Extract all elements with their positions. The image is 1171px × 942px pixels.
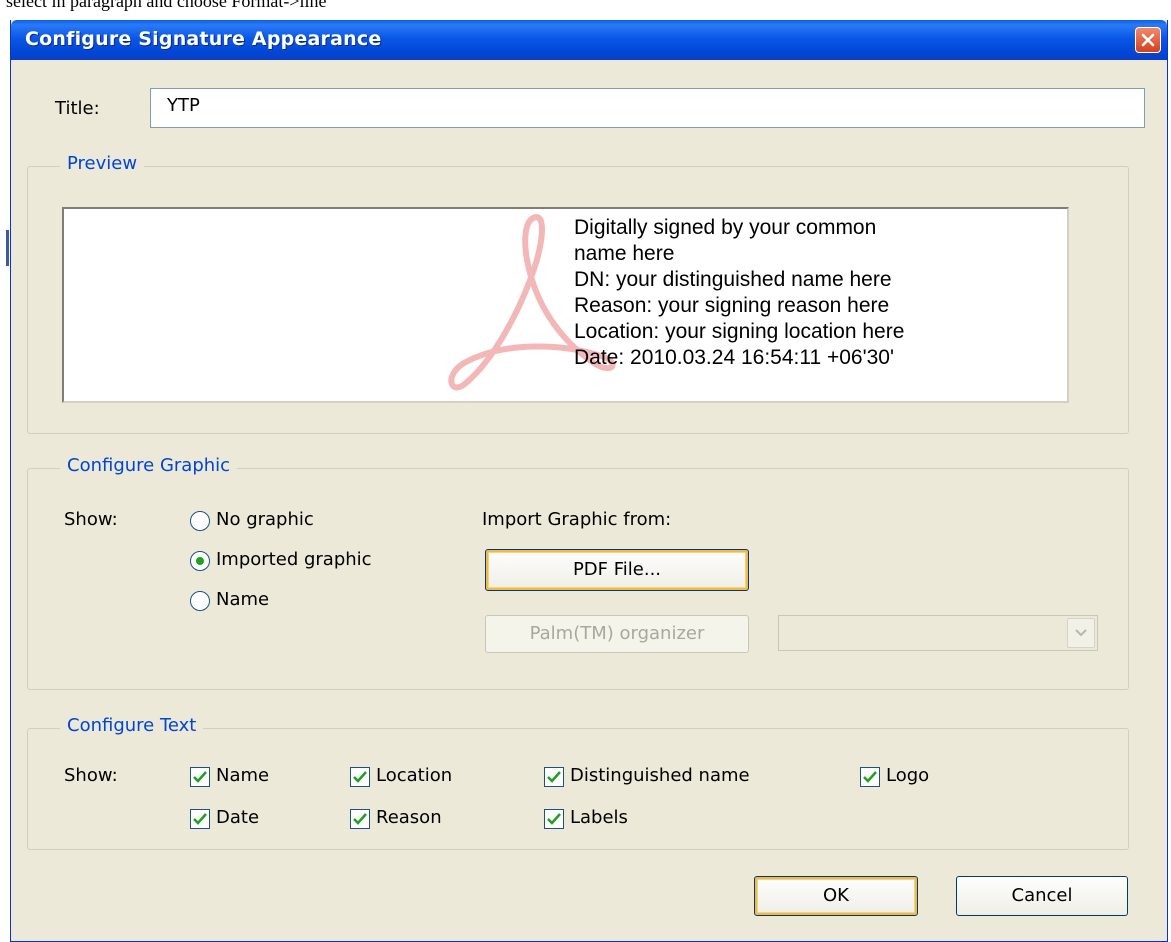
dialog-titlebar[interactable]: Configure Signature Appearance <box>11 20 1167 60</box>
checkbox-location[interactable] <box>350 767 370 787</box>
preview-line: Location: your signing location here <box>574 320 905 343</box>
configure-text-legend: Configure Text <box>60 715 204 736</box>
graphic-show-label: Show: <box>64 509 118 530</box>
text-show-label: Show: <box>64 765 118 786</box>
checkmark-icon <box>193 813 207 825</box>
import-graphic-label: Import Graphic from: <box>482 509 672 530</box>
palm-organizer-select[interactable] <box>778 615 1098 651</box>
preview-line: Digitally signed by your common <box>574 216 877 239</box>
checkbox-logo-label[interactable]: Logo <box>886 765 929 786</box>
dropdown-arrow-button[interactable] <box>1067 618 1095 648</box>
checkbox-location-label[interactable]: Location <box>376 765 452 786</box>
title-label: Title: <box>55 98 100 119</box>
radio-name[interactable] <box>190 591 210 611</box>
checkbox-reason[interactable] <box>350 809 370 829</box>
background-document-text: select in paragraph and choose Format->l… <box>6 0 327 11</box>
checkmark-icon <box>547 813 561 825</box>
checkbox-reason-label[interactable]: Reason <box>376 807 442 828</box>
dialog-title: Configure Signature Appearance <box>25 28 382 50</box>
close-x-icon <box>1141 33 1155 47</box>
pdf-file-button[interactable]: PDF File... <box>485 549 749 591</box>
title-input[interactable]: YTP <box>150 88 1145 128</box>
checkbox-name[interactable] <box>190 767 210 787</box>
checkbox-labels[interactable] <box>544 809 564 829</box>
preview-line: Reason: your signing reason here <box>574 294 890 317</box>
preview-line: Date: 2010.03.24 16:54:11 +06'30' <box>574 346 894 369</box>
checkbox-distinguished-name-label[interactable]: Distinguished name <box>570 765 750 786</box>
preview-line: name here <box>574 242 675 265</box>
radio-no-graphic[interactable] <box>190 511 210 531</box>
checkbox-name-label[interactable]: Name <box>216 765 269 786</box>
radio-name-label[interactable]: Name <box>216 589 269 610</box>
preview-line: DN: your distinguished name here <box>574 268 892 291</box>
checkmark-icon <box>193 771 207 783</box>
preview-signature-text: Digitally signed by your common name her… <box>574 215 904 371</box>
preview-legend: Preview <box>60 153 145 174</box>
radio-selected-dot <box>196 557 204 565</box>
text-cursor-mark <box>6 230 9 266</box>
checkmark-icon <box>863 771 877 783</box>
checkmark-icon <box>353 771 367 783</box>
radio-imported-graphic-label[interactable]: Imported graphic <box>216 549 372 570</box>
ok-button[interactable]: OK <box>754 876 918 916</box>
palm-organizer-button[interactable]: Palm(TM) organizer <box>485 615 749 653</box>
close-button[interactable] <box>1135 27 1161 53</box>
background-document-edge <box>0 22 10 942</box>
configure-graphic-legend: Configure Graphic <box>60 455 238 476</box>
checkmark-icon <box>353 813 367 825</box>
checkmark-icon <box>547 771 561 783</box>
configure-text-group: Configure Text Show: Name Location Disti… <box>27 715 1129 850</box>
checkbox-distinguished-name[interactable] <box>544 767 564 787</box>
checkbox-date[interactable] <box>190 809 210 829</box>
preview-group: Preview Digitally signed by your common … <box>27 153 1129 434</box>
cancel-button[interactable]: Cancel <box>956 876 1128 916</box>
configure-graphic-group: Configure Graphic Show: No graphic Impor… <box>27 455 1129 690</box>
title-row: Title: YTP <box>45 88 1145 128</box>
checkbox-labels-label[interactable]: Labels <box>570 807 628 828</box>
checkbox-date-label[interactable]: Date <box>216 807 259 828</box>
checkbox-logo[interactable] <box>860 767 880 787</box>
chevron-down-icon <box>1075 629 1087 637</box>
radio-imported-graphic[interactable] <box>190 551 210 571</box>
radio-no-graphic-label[interactable]: No graphic <box>216 509 314 530</box>
configure-signature-dialog: Configure Signature Appearance Title: YT… <box>10 20 1168 942</box>
signature-preview: Digitally signed by your common name her… <box>62 207 1069 403</box>
